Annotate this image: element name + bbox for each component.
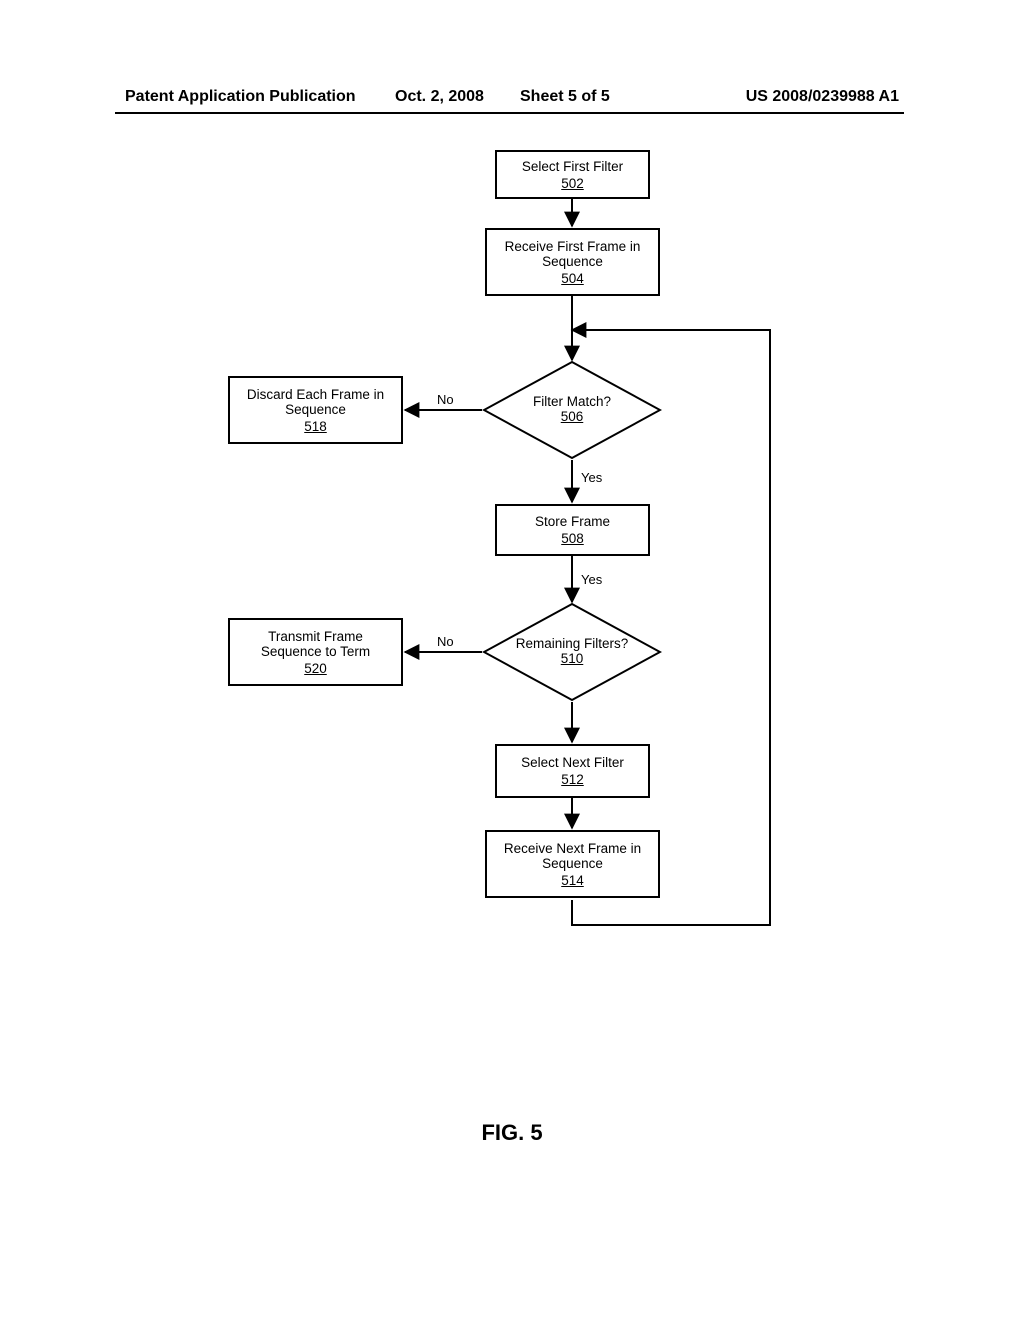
node-remaining-filters: Remaining Filters? 510 [482,602,662,702]
node-label: Receive Next Frame in Sequence [493,841,652,871]
node-ref: 508 [561,531,584,546]
node-discard-frames: Discard Each Frame in Sequence 518 [228,376,403,444]
node-ref: 502 [561,176,584,191]
edge-label-no-510: No [437,634,454,649]
node-ref: 518 [304,419,327,434]
node-ref: 504 [561,271,584,286]
node-label: Receive First Frame in Sequence [493,239,652,269]
figure-caption: FIG. 5 [0,1120,1024,1146]
edge-label-yes-508: Yes [581,572,602,587]
node-label: Transmit Frame Sequence to Term [236,629,395,659]
node-ref: 510 [482,651,662,666]
node-ref: 506 [482,409,662,424]
node-ref: 514 [561,873,584,888]
node-select-next-filter: Select Next Filter 512 [495,744,650,798]
node-select-first-filter: Select First Filter 502 [495,150,650,199]
edge-label-no-506: No [437,392,454,407]
edge-label-yes-506: Yes [581,470,602,485]
node-label: Filter Match? [533,394,611,409]
node-store-frame: Store Frame 508 [495,504,650,556]
node-label: Select Next Filter [521,755,624,770]
node-receive-first-frame: Receive First Frame in Sequence 504 [485,228,660,296]
node-label: Select First Filter [522,159,623,174]
node-label: Store Frame [535,514,610,529]
node-receive-next-frame: Receive Next Frame in Sequence 514 [485,830,660,898]
node-filter-match: Filter Match? 506 [482,360,662,460]
node-ref: 512 [561,772,584,787]
node-transmit-frames: Transmit Frame Sequence to Term 520 [228,618,403,686]
node-label: Remaining Filters? [516,636,629,651]
node-ref: 520 [304,661,327,676]
node-label: Discard Each Frame in Sequence [236,387,395,417]
